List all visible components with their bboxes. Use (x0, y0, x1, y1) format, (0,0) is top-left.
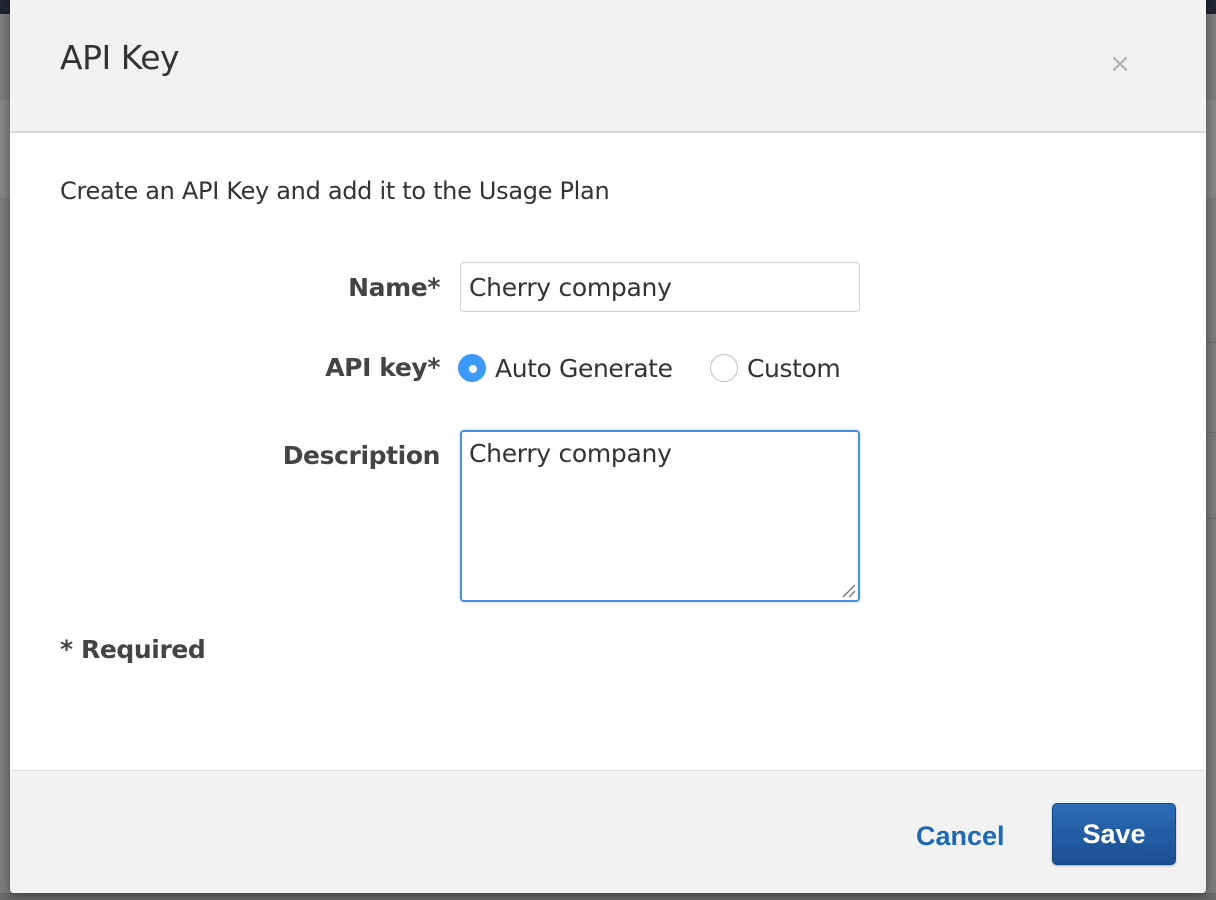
custom-label[interactable]: Custom (747, 354, 841, 383)
api-key-label: API key* (325, 353, 440, 382)
name-label: Name* (348, 273, 440, 302)
close-icon[interactable]: × (1106, 48, 1134, 80)
backdrop-divider (1206, 342, 1216, 343)
dialog-intro-text: Create an API Key and add it to the Usag… (60, 177, 610, 205)
dialog-title: API Key (60, 38, 180, 77)
backdrop-divider (1206, 432, 1216, 433)
dialog-header: API Key × (10, 0, 1206, 133)
auto-generate-label[interactable]: Auto Generate (495, 354, 673, 383)
description-label: Description (282, 441, 441, 470)
save-button[interactable]: Save (1052, 803, 1176, 865)
description-textarea[interactable]: Cherry company (460, 430, 860, 602)
backdrop-bottom-strip (0, 893, 1216, 900)
radio-checked-icon[interactable] (458, 354, 486, 382)
api-key-dialog: API Key × Create an API Key and add it t… (10, 0, 1206, 893)
cancel-button[interactable]: Cancel (912, 815, 1009, 857)
required-note: * Required (60, 635, 206, 664)
backdrop-divider (1206, 518, 1216, 519)
auto-generate-radio[interactable]: Auto Generate (458, 348, 673, 388)
dialog-footer: Cancel Save (10, 770, 1206, 893)
resize-handle-icon[interactable] (840, 582, 856, 598)
name-input[interactable] (460, 262, 860, 312)
radio-unchecked-icon[interactable] (710, 354, 738, 382)
custom-radio[interactable]: Custom (710, 348, 841, 388)
